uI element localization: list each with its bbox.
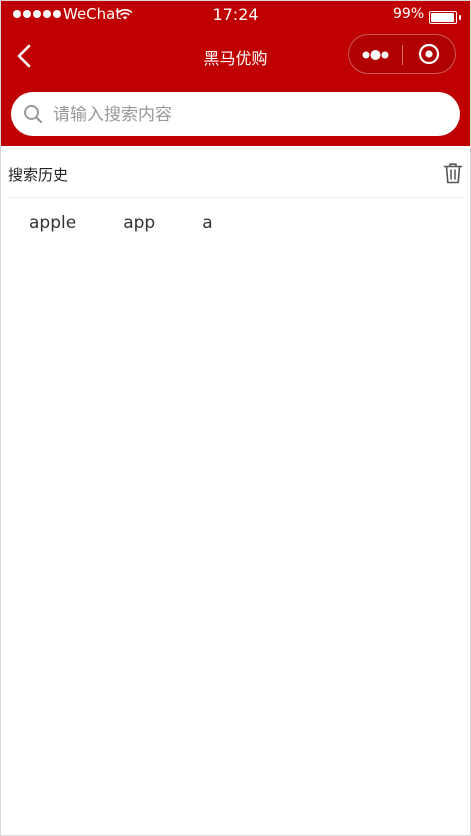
search-history-list: apple app a xyxy=(29,213,213,233)
trash-icon[interactable] xyxy=(443,162,463,184)
search-history-header: 搜索历史 xyxy=(8,151,464,198)
battery-icon xyxy=(429,11,461,24)
search-input[interactable] xyxy=(51,92,455,138)
capsule-divider xyxy=(402,45,403,65)
more-button[interactable] xyxy=(361,47,395,63)
battery-fill xyxy=(431,13,454,22)
status-bar: WeChat 17:24 99% xyxy=(1,1,470,31)
search-box[interactable] xyxy=(11,92,460,138)
history-tag[interactable]: apple xyxy=(29,213,76,233)
more-dots-icon xyxy=(362,50,389,60)
header: WeChat 17:24 99% 黑马优购 xyxy=(1,1,470,146)
search-icon xyxy=(24,105,43,124)
history-tag[interactable]: a xyxy=(202,213,212,233)
close-miniprogram-button[interactable] xyxy=(418,43,440,65)
battery-percent: 99% xyxy=(393,6,425,22)
search-history-title: 搜索历史 xyxy=(8,166,69,184)
history-tag[interactable]: app xyxy=(123,213,155,233)
app-frame: WeChat 17:24 99% 黑马优购 请输入搜索内容 搜索历史 apple… xyxy=(0,0,471,836)
record-close-icon xyxy=(418,43,440,65)
capsule-menu xyxy=(348,34,456,74)
navigation-bar: 黑马优购 xyxy=(1,31,470,81)
